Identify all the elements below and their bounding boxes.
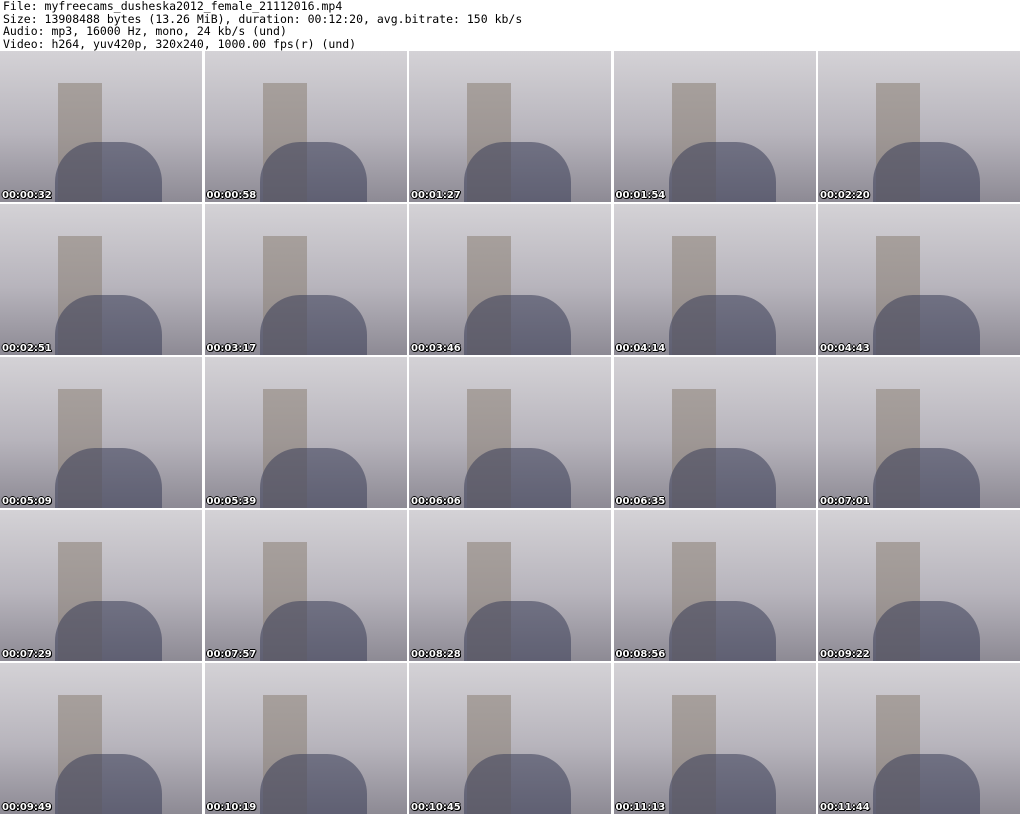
thumbnail-frame: 00:02:51	[0, 204, 202, 355]
timestamp-label: 00:00:58	[206, 190, 257, 201]
timestamp-label: 00:05:09	[2, 496, 52, 507]
thumbnail-frame: 00:03:17	[204, 204, 407, 355]
file-info-header: File: myfreecams_dusheska2012_female_211…	[3, 0, 1021, 50]
thumbnail-frame: 00:07:29	[0, 510, 202, 661]
foreground-block	[464, 295, 571, 355]
foreground-block	[259, 142, 367, 202]
foreground-block	[464, 448, 571, 508]
foreground-block	[873, 448, 980, 508]
thumbnail-frame: 00:07:01	[818, 357, 1020, 508]
thumbnail-frame: 00:04:14	[613, 204, 816, 355]
timestamp-label: 00:10:19	[206, 802, 257, 813]
thumbnail-frame: 00:09:49	[0, 663, 202, 814]
timestamp-label: 00:07:29	[2, 649, 52, 660]
foreground-block	[259, 448, 367, 508]
thumbnail-frame: 00:04:43	[818, 204, 1020, 355]
thumbnail-frame: 00:09:22	[818, 510, 1020, 661]
foreground-block	[464, 601, 571, 661]
thumbnail-frame: 00:01:54	[613, 51, 816, 202]
timestamp-label: 00:11:44	[820, 802, 870, 813]
foreground-block	[668, 601, 776, 661]
thumbnail-frame: 00:11:13	[613, 663, 816, 814]
timestamp-label: 00:09:49	[2, 802, 52, 813]
timestamp-label: 00:04:14	[615, 343, 666, 354]
thumbnail-frame: 00:08:28	[409, 510, 611, 661]
timestamp-label: 00:05:39	[206, 496, 257, 507]
timestamp-label: 00:11:13	[615, 802, 666, 813]
timestamp-label: 00:02:20	[820, 190, 870, 201]
thumbnail-frame: 00:05:39	[204, 357, 407, 508]
thumbnail-frame: 00:00:58	[204, 51, 407, 202]
foreground-block	[259, 601, 367, 661]
timestamp-label: 00:03:17	[206, 343, 257, 354]
thumbnail-frame: 00:07:57	[204, 510, 407, 661]
foreground-block	[55, 295, 162, 355]
foreground-block	[873, 295, 980, 355]
file-name-line: File: myfreecams_dusheska2012_female_211…	[3, 0, 343, 13]
foreground-block	[259, 295, 367, 355]
thumbnail-frame: 00:10:45	[409, 663, 611, 814]
thumbnail-frame: 00:08:56	[613, 510, 816, 661]
foreground-block	[55, 448, 162, 508]
thumbnail-frame: 00:06:06	[409, 357, 611, 508]
thumbnail-frame: 00:03:46	[409, 204, 611, 355]
timestamp-label: 00:00:32	[2, 190, 52, 201]
foreground-block	[464, 142, 571, 202]
foreground-block	[873, 754, 980, 814]
foreground-block	[55, 142, 162, 202]
foreground-block	[668, 448, 776, 508]
timestamp-label: 00:01:27	[411, 190, 461, 201]
thumbnail-frame: 00:10:19	[204, 663, 407, 814]
thumbnail-frame: 00:11:44	[818, 663, 1020, 814]
timestamp-label: 00:07:57	[206, 649, 257, 660]
thumbnail-frame: 00:05:09	[0, 357, 202, 508]
foreground-block	[668, 754, 776, 814]
timestamp-label: 00:06:06	[411, 496, 461, 507]
audio-info-line: Audio: mp3, 16000 Hz, mono, 24 kb/s (und…	[3, 24, 287, 38]
foreground-block	[668, 142, 776, 202]
foreground-block	[55, 601, 162, 661]
timestamp-label: 00:02:51	[2, 343, 52, 354]
foreground-block	[259, 754, 367, 814]
thumbnail-frame: 00:02:20	[818, 51, 1020, 202]
thumbnail-frame: 00:01:27	[409, 51, 611, 202]
thumbnail-frame: 00:00:32	[0, 51, 202, 202]
foreground-block	[873, 142, 980, 202]
foreground-block	[464, 754, 571, 814]
thumbnail-grid: 00:00:32 00:00:58 00:01:27 00:01:54 00:02:20…	[0, 51, 1020, 814]
foreground-block	[55, 754, 162, 814]
timestamp-label: 00:10:45	[411, 802, 461, 813]
thumbnail-frame: 00:06:35	[613, 357, 816, 508]
foreground-block	[873, 601, 980, 661]
timestamp-label: 00:04:43	[820, 343, 870, 354]
timestamp-label: 00:01:54	[615, 190, 666, 201]
timestamp-label: 00:09:22	[820, 649, 870, 660]
timestamp-label: 00:08:28	[411, 649, 461, 660]
video-info-line: Video: h264, yuv420p, 320x240, 1000.00 f…	[3, 36, 357, 51]
timestamp-label: 00:06:35	[615, 496, 666, 507]
timestamp-label: 00:07:01	[820, 496, 870, 507]
timestamp-label: 00:03:46	[411, 343, 461, 354]
timestamp-label: 00:08:56	[615, 649, 666, 660]
foreground-block	[668, 295, 776, 355]
